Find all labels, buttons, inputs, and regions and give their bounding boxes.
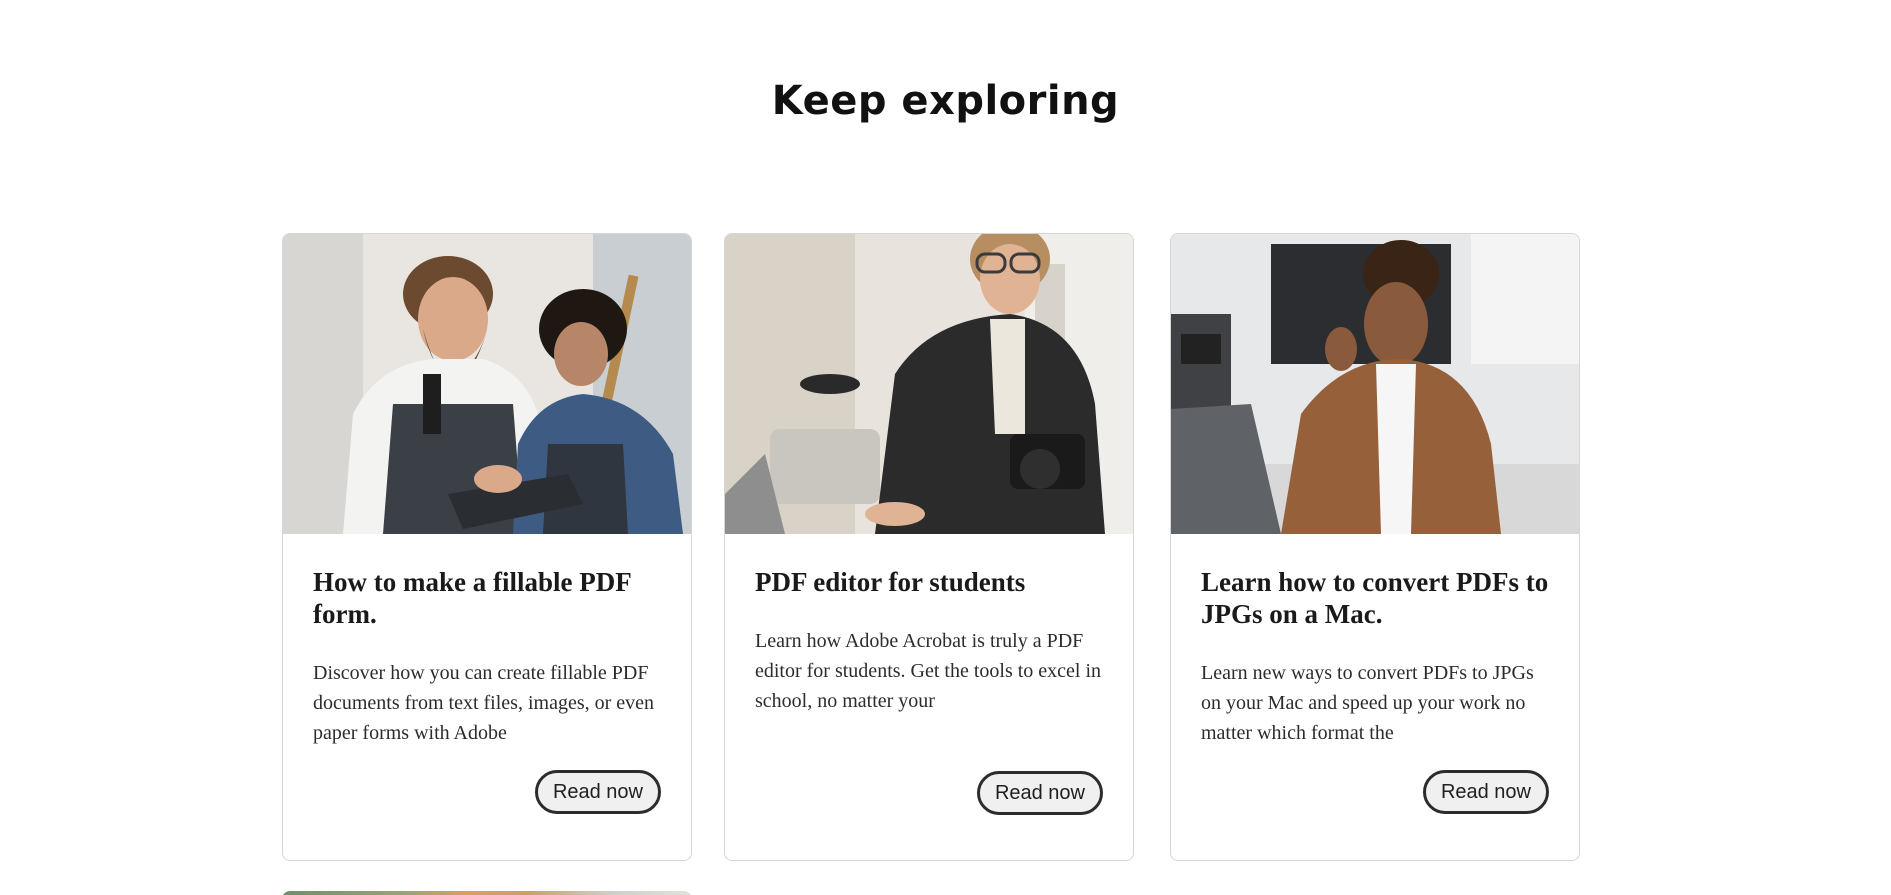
read-now-button[interactable]: Read now	[976, 771, 1103, 815]
card-title[interactable]: PDF editor for students	[755, 566, 1103, 598]
photo-woman-phone-illustration	[1171, 234, 1579, 534]
photo-people-tablet-illustration	[283, 234, 691, 534]
article-card[interactable]: Learn how to convert PDFs to JPGs on a M…	[1170, 233, 1580, 861]
card-title[interactable]: Learn how to convert PDFs to JPGs on a M…	[1201, 566, 1549, 630]
read-now-button[interactable]: Read now	[1422, 770, 1549, 814]
read-now-button[interactable]: Read now	[534, 770, 661, 814]
card-image[interactable]	[725, 234, 1133, 534]
article-card[interactable]: How to make a fillable PDF form. Discove…	[282, 233, 692, 861]
next-card-image-peek[interactable]	[282, 891, 692, 895]
card-title[interactable]: How to make a fillable PDF form.	[313, 566, 661, 630]
card-description: Learn how Adobe Acrobat is truly a PDF e…	[755, 630, 1102, 712]
card-image[interactable]	[1171, 234, 1579, 534]
section-title: Keep exploring	[771, 78, 1120, 124]
photo-student-camera-illustration	[725, 234, 1133, 534]
card-description: Learn new ways to convert PDFs to JPGs o…	[1201, 662, 1534, 744]
article-card[interactable]: PDF editor for students Learn how Adobe …	[724, 233, 1134, 861]
page: Keep exploring How to make a fillable PD…	[0, 0, 1891, 895]
card-image[interactable]	[283, 234, 691, 534]
card-description: Discover how you can create fillable PDF…	[313, 662, 655, 744]
